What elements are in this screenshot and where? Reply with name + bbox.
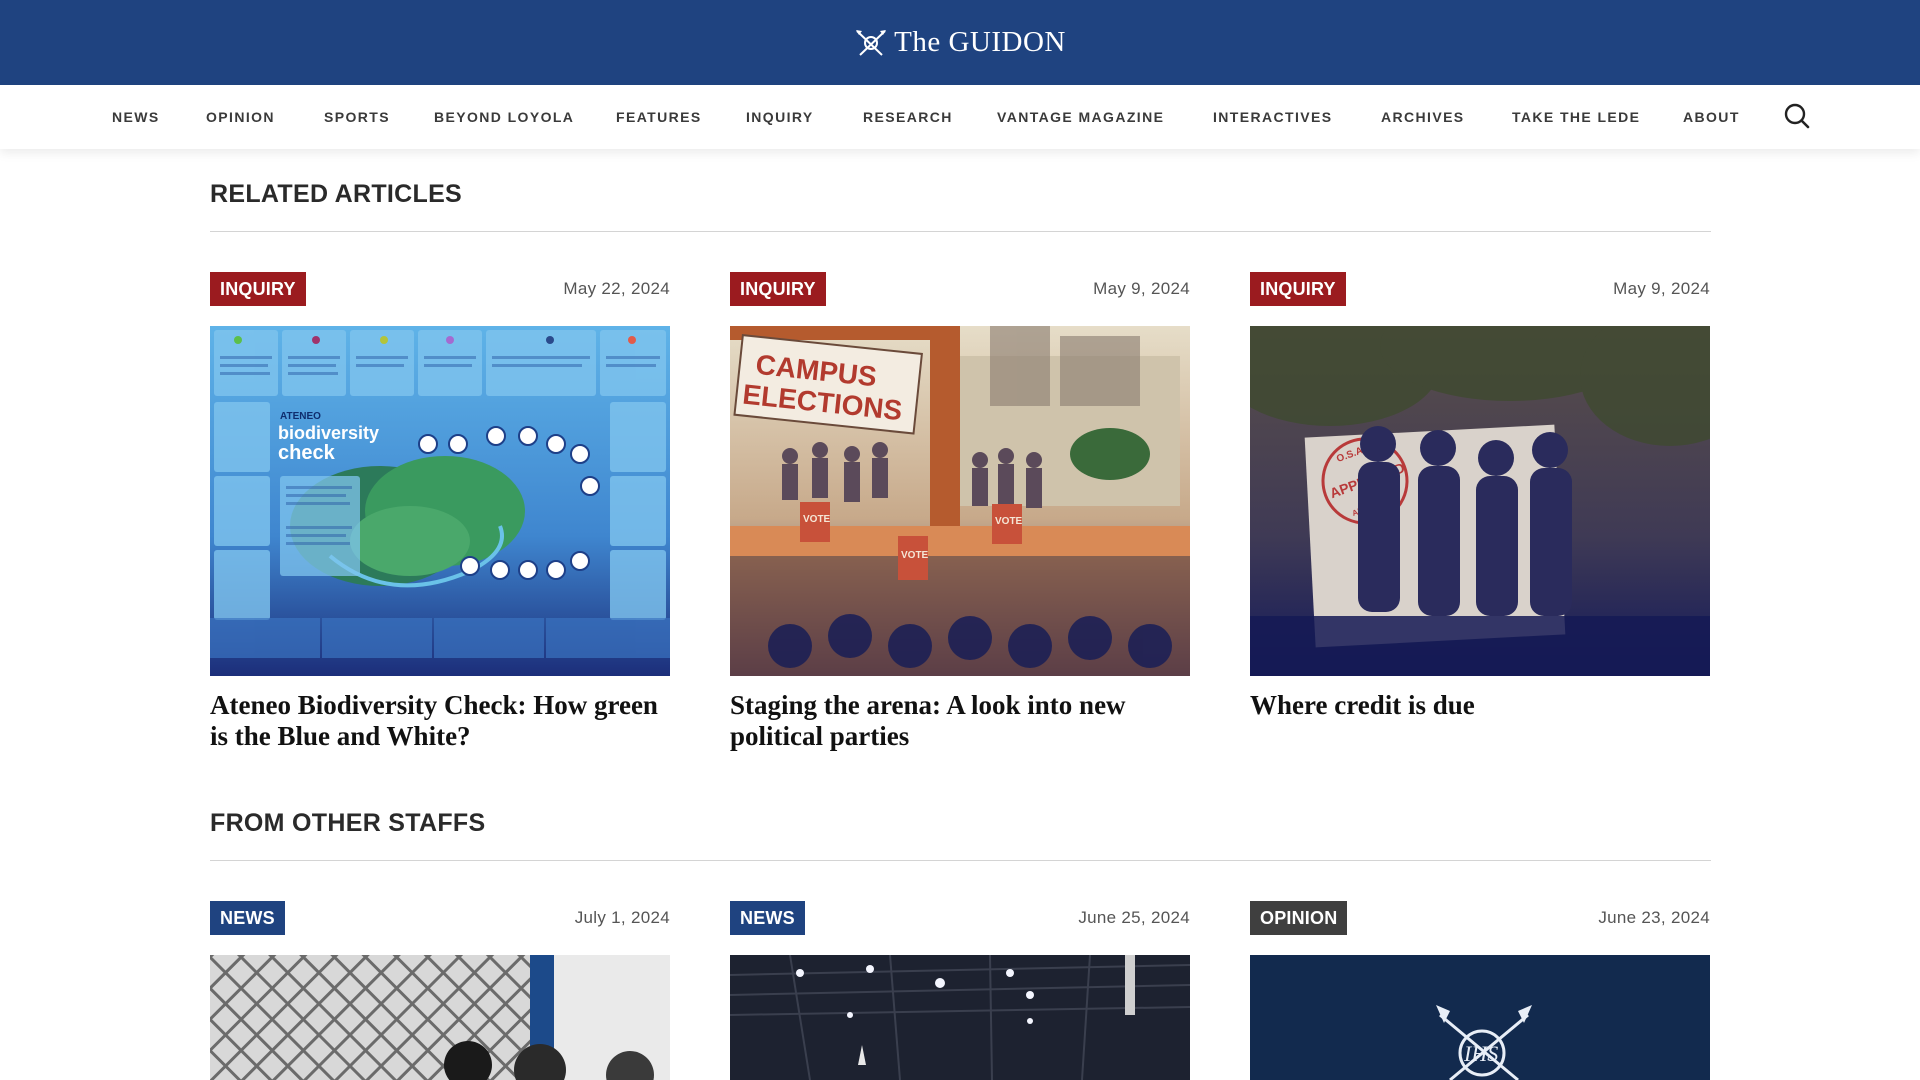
nav-item-about[interactable]: ABOUT bbox=[1683, 85, 1740, 149]
nav-item-archives[interactable]: ARCHIVES bbox=[1381, 85, 1465, 149]
biodiversity-logo-main: biodiversity bbox=[278, 423, 379, 443]
category-badge[interactable]: INQUIRY bbox=[210, 272, 306, 306]
card-meta: INQUIRY May 9, 2024 bbox=[1250, 272, 1710, 306]
article-card[interactable]: OPINION June 23, 2024 IHS bbox=[1250, 901, 1710, 1080]
card-meta: NEWS July 1, 2024 bbox=[210, 901, 670, 935]
article-thumbnail-biodiversity[interactable]: ATENEO biodiversity check bbox=[210, 326, 670, 676]
article-thumbnail[interactable] bbox=[210, 955, 670, 1080]
article-thumbnail-campus-elections[interactable]: CAMPUS ELECTIONS VOTE VOTE VOTE bbox=[730, 326, 1190, 676]
search-button[interactable] bbox=[1782, 101, 1812, 131]
category-badge[interactable]: NEWS bbox=[730, 901, 805, 935]
category-badge[interactable]: OPINION bbox=[1250, 901, 1348, 935]
other-staffs-heading: FROM OTHER STAFFS bbox=[210, 809, 486, 837]
nav-item-sports[interactable]: SPORTS bbox=[324, 85, 390, 149]
category-badge[interactable]: INQUIRY bbox=[1250, 272, 1346, 306]
article-title[interactable]: Where credit is due bbox=[1250, 690, 1710, 721]
nav-item-research[interactable]: RESEARCH bbox=[863, 85, 953, 149]
nav-item-vantage-magazine[interactable]: VANTAGE MAGAZINE bbox=[997, 85, 1164, 149]
article-card[interactable]: INQUIRY May 22, 2024 ATENEO biodiversity… bbox=[210, 272, 670, 752]
vote-sign-text: VOTE bbox=[901, 550, 929, 561]
crest-icon bbox=[856, 29, 887, 56]
card-meta: INQUIRY May 22, 2024 bbox=[210, 272, 670, 306]
nav-item-beyond-loyola[interactable]: BEYOND LOYOLA bbox=[434, 85, 574, 149]
article-card[interactable]: INQUIRY May 9, 2024 O.S.A. APPROVED APPR… bbox=[1250, 272, 1710, 752]
article-date: May 9, 2024 bbox=[1613, 279, 1710, 298]
article-date: June 25, 2024 bbox=[1078, 908, 1190, 927]
article-date: May 22, 2024 bbox=[563, 279, 670, 298]
where-credit-illustration: O.S.A. APPROVED APPROVED bbox=[1250, 326, 1710, 676]
card-meta: INQUIRY May 9, 2024 bbox=[730, 272, 1190, 306]
campus-elections-illustration: CAMPUS ELECTIONS VOTE VOTE VOTE bbox=[730, 326, 1190, 676]
vote-sign-text: VOTE bbox=[803, 514, 831, 525]
nav-item-interactives[interactable]: INTERACTIVES bbox=[1213, 85, 1332, 149]
category-badge[interactable]: INQUIRY bbox=[730, 272, 826, 306]
section-divider bbox=[210, 231, 1711, 232]
nav-item-features[interactable]: FEATURES bbox=[616, 85, 702, 149]
seal-text: IHS bbox=[1463, 1041, 1498, 1066]
article-date: May 9, 2024 bbox=[1093, 279, 1190, 298]
site-logo-text: The GUIDON bbox=[894, 26, 1066, 58]
article-thumbnail-where-credit[interactable]: O.S.A. APPROVED APPROVED bbox=[1250, 326, 1710, 676]
card-meta: OPINION June 23, 2024 bbox=[1250, 901, 1710, 935]
biodiversity-logo-sub: check bbox=[278, 442, 336, 464]
article-card[interactable]: NEWS June 25, 2024 bbox=[730, 901, 1190, 1080]
nav-item-news[interactable]: NEWS bbox=[112, 85, 160, 149]
nav-item-take-the-lede[interactable]: TAKE THE LEDE bbox=[1512, 85, 1640, 149]
biodiversity-logo-top: ATENEO bbox=[280, 411, 321, 422]
search-icon bbox=[1784, 103, 1810, 129]
article-date: July 1, 2024 bbox=[574, 908, 670, 927]
vote-sign-text: VOTE bbox=[995, 516, 1023, 527]
article-title[interactable]: Staging the arena: A look into new polit… bbox=[730, 690, 1190, 752]
main-navigation: NEWS OPINION SPORTS BEYOND LOYOLA FEATUR… bbox=[0, 85, 1920, 149]
article-card[interactable]: NEWS July 1, 2024 bbox=[210, 901, 670, 1080]
site-header: The GUIDON bbox=[0, 0, 1920, 85]
news-photo-arena bbox=[730, 955, 1190, 1080]
news-photo-fence bbox=[210, 955, 670, 1080]
article-date: June 23, 2024 bbox=[1598, 908, 1710, 927]
card-meta: NEWS June 25, 2024 bbox=[730, 901, 1190, 935]
article-title[interactable]: Ateneo Biodiversity Check: How green is … bbox=[210, 690, 670, 752]
article-thumbnail[interactable] bbox=[730, 955, 1190, 1080]
article-card[interactable]: INQUIRY May 9, 2024 CAMPUS ELECTIONS VOT… bbox=[730, 272, 1190, 752]
site-logo[interactable]: The GUIDON bbox=[854, 26, 1066, 59]
opinion-seal-image: IHS bbox=[1250, 955, 1710, 1080]
nav-item-inquiry[interactable]: INQUIRY bbox=[746, 85, 814, 149]
biodiversity-infographic-image: ATENEO biodiversity check bbox=[210, 326, 670, 676]
section-divider bbox=[210, 860, 1711, 861]
nav-item-opinion[interactable]: OPINION bbox=[206, 85, 275, 149]
category-badge[interactable]: NEWS bbox=[210, 901, 285, 935]
related-articles-heading: RELATED ARTICLES bbox=[210, 180, 463, 208]
article-thumbnail[interactable]: IHS bbox=[1250, 955, 1710, 1080]
